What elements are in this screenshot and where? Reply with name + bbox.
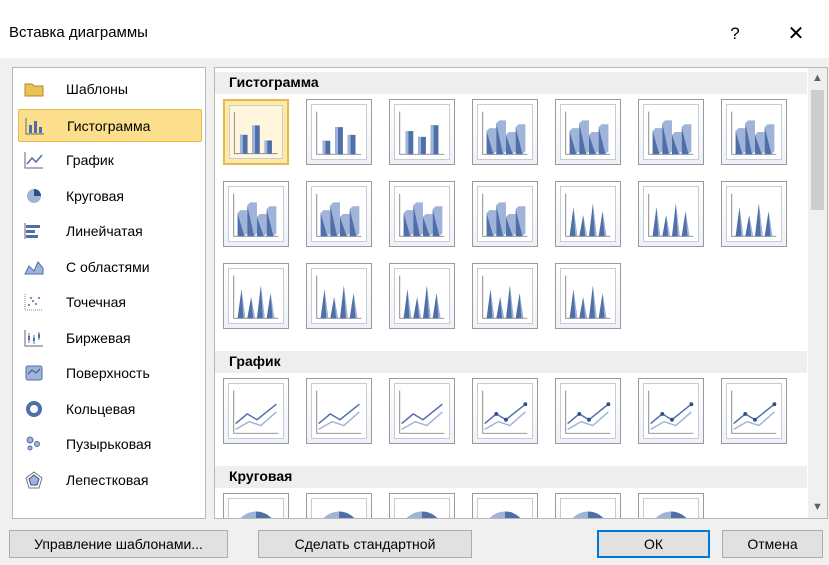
chart-type-item[interactable]: Лепестковая: [18, 464, 202, 497]
chart-subtype-thumbnail[interactable]: [389, 263, 455, 329]
chart-type-item[interactable]: График: [18, 144, 202, 177]
chart-subtype-thumbnail[interactable]: [555, 493, 621, 518]
chart-subtype-thumbnail[interactable]: [472, 493, 538, 518]
gallery-section-header: Круговая: [215, 466, 807, 488]
scroll-down-icon[interactable]: ▼: [808, 499, 827, 516]
chart-type-item[interactable]: Биржевая: [18, 322, 202, 355]
cancel-button[interactable]: Отмена: [722, 530, 823, 558]
chart-subtype-thumbnail[interactable]: [555, 99, 621, 165]
chart-subtype-thumbnail[interactable]: [306, 99, 372, 165]
ok-button[interactable]: ОК: [597, 530, 710, 558]
chart-type-item[interactable]: Линейчатая: [18, 215, 202, 248]
chart-subtype-thumbnail[interactable]: [638, 99, 704, 165]
chart-type-list: Шаблоны Гистограмма График Круговая Линейчат…: [12, 67, 206, 519]
bubble-chart-icon: [24, 435, 44, 453]
radar-chart-icon: [24, 470, 44, 489]
chart-subtype-thumbnail[interactable]: [472, 99, 538, 165]
chart-subtype-thumbnail[interactable]: [223, 263, 289, 329]
bar-chart-icon: [24, 222, 44, 240]
chart-type-label: Гистограмма: [67, 117, 151, 134]
chart-type-item[interactable]: Круговая: [18, 180, 202, 213]
chart-subtype-thumbnail[interactable]: [223, 181, 289, 247]
doughnut-chart-icon: [24, 400, 44, 418]
chart-subtype-thumbnail[interactable]: [638, 181, 704, 247]
chart-type-item[interactable]: Шаблоны: [18, 73, 202, 106]
manage-templates-button[interactable]: Управление шаблонами...: [9, 530, 228, 558]
chart-subtype-thumbnail[interactable]: [721, 378, 787, 444]
chart-subtype-thumbnail[interactable]: [721, 99, 787, 165]
chart-subtype-thumbnail[interactable]: [555, 263, 621, 329]
chart-subtype-thumbnail[interactable]: [472, 378, 538, 444]
chart-type-item[interactable]: Кольцевая: [18, 393, 202, 426]
chart-subtype-thumbnail[interactable]: [472, 181, 538, 247]
chart-type-label: Кольцевая: [66, 400, 136, 417]
chart-subtype-thumbnail[interactable]: [721, 181, 787, 247]
chart-type-item[interactable]: Пузырьковая: [18, 428, 202, 461]
chart-type-label: Поверхность: [66, 365, 150, 381]
chart-subtype-thumbnail[interactable]: [389, 99, 455, 165]
chart-subtype-thumbnail[interactable]: [306, 263, 372, 329]
area-chart-icon: [24, 258, 44, 276]
scroll-up-icon[interactable]: ▲: [808, 70, 827, 87]
chart-subtype-thumbnail[interactable]: [555, 181, 621, 247]
chart-type-item[interactable]: С областями: [18, 251, 202, 284]
chart-subtype-thumbnail[interactable]: [223, 99, 289, 165]
scrollbar-thumb[interactable]: [811, 90, 824, 210]
title-bar: Вставка диаграммы ? ✕: [0, 0, 829, 58]
surface-chart-icon: [24, 364, 44, 382]
close-button[interactable]: ✕: [773, 14, 819, 54]
chart-type-label: Линейчатая: [66, 223, 143, 239]
chart-type-label: Шаблоны: [66, 81, 128, 97]
chart-type-label: С областями: [66, 258, 150, 275]
dialog-title: Вставка диаграммы: [9, 24, 148, 41]
folder-icon: [24, 80, 44, 98]
gallery-section-header: График: [215, 351, 807, 373]
gallery-scrollbar[interactable]: ▲ ▼: [808, 68, 827, 518]
chart-subtype-thumbnail[interactable]: [638, 493, 704, 518]
chart-type-label: Точечная: [66, 294, 126, 310]
help-button[interactable]: ?: [712, 14, 758, 54]
chart-subtype-thumbnail[interactable]: [223, 378, 289, 444]
stock-chart-icon: [24, 329, 44, 347]
set-default-button[interactable]: Сделать стандартной: [258, 530, 472, 558]
chart-subtype-thumbnail[interactable]: [306, 378, 372, 444]
chart-type-item[interactable]: Точечная: [18, 286, 202, 319]
insert-chart-dialog: Вставка диаграммы ? ✕ Шаблоны Гистограмма…: [0, 0, 829, 565]
gallery-section-title: Гистограмма: [229, 74, 319, 90]
chart-type-label: Биржевая: [66, 329, 131, 346]
chart-subtype-thumbnail[interactable]: [306, 493, 372, 518]
chart-subtype-gallery: ▲ ▼ Гистограмма График Круговая: [214, 67, 828, 519]
chart-subtype-thumbnail[interactable]: [389, 493, 455, 518]
chart-type-item[interactable]: Гистограмма: [18, 108, 202, 142]
chart-subtype-thumbnail[interactable]: [306, 181, 372, 247]
gallery-section-title: Круговая: [229, 468, 293, 484]
column-chart-icon: [25, 117, 45, 135]
chart-subtype-thumbnail[interactable]: [472, 263, 538, 329]
scatter-chart-icon: [24, 293, 44, 311]
chart-subtype-thumbnail[interactable]: [555, 378, 621, 444]
chart-type-label: Лепестковая: [66, 471, 149, 488]
chart-subtype-thumbnail[interactable]: [223, 493, 289, 518]
chart-type-label: Пузырьковая: [66, 436, 152, 452]
gallery-section-header: Гистограмма: [215, 72, 807, 94]
pie-chart-icon: [24, 187, 44, 205]
gallery-section-title: График: [229, 353, 281, 369]
chart-type-label: Круговая: [66, 187, 125, 204]
chart-type-item[interactable]: Поверхность: [18, 357, 202, 390]
chart-type-label: График: [66, 152, 114, 168]
chart-subtype-thumbnail[interactable]: [389, 378, 455, 444]
chart-subtype-thumbnail[interactable]: [389, 181, 455, 247]
line-chart-icon: [24, 151, 44, 169]
chart-subtype-thumbnail[interactable]: [638, 378, 704, 444]
